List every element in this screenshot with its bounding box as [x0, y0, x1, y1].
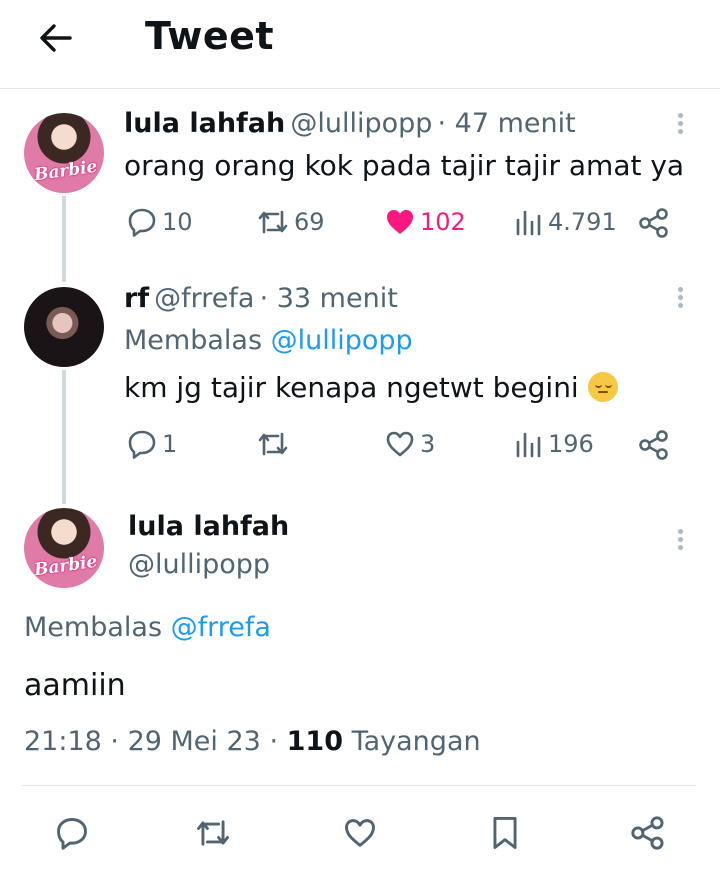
avatar[interactable] [24, 287, 104, 367]
tweet-time: · 47 menit [437, 108, 576, 139]
retweet-count: 69 [294, 208, 325, 236]
views-count: 110 [286, 726, 343, 757]
author-handle[interactable]: @frrefa [154, 283, 254, 314]
heart-icon [386, 431, 414, 457]
heart-icon[interactable] [342, 815, 378, 851]
back-arrow-icon[interactable] [36, 18, 76, 58]
tweet-author-row: lula lahfah @lullipopp · 47 menit [124, 108, 576, 139]
reply-count: 10 [162, 208, 193, 236]
retweet-button[interactable] [256, 428, 290, 460]
top-app-bar: Tweet [0, 0, 720, 89]
reply-icon [128, 430, 156, 459]
like-count: 102 [420, 208, 466, 236]
author-name[interactable]: lula lahfah [128, 511, 289, 542]
views-count: 4.791 [548, 208, 617, 236]
tweet-timestamp-row: 21:18 · 29 Mei 23 · 110 Tayangan [24, 726, 481, 757]
author-name[interactable]: lula lahfah [124, 108, 285, 139]
reply-icon[interactable] [54, 815, 90, 851]
reply-button[interactable]: 1 [126, 428, 177, 460]
tweet-text-content: km jg tajir kenapa ngetwt begini [124, 371, 579, 404]
views-chart-icon [516, 432, 541, 458]
tweet-time[interactable]: 21:18 [24, 726, 102, 757]
reply-button[interactable]: 10 [126, 206, 193, 238]
like-count: 3 [420, 430, 436, 458]
retweet-icon [258, 210, 288, 234]
reply-icon [128, 208, 156, 237]
divider [22, 785, 696, 786]
replying-to-label: Membalas [24, 612, 163, 643]
replying-to-label: Membalas [124, 325, 263, 356]
thread-line [62, 196, 66, 282]
like-button[interactable]: 102 [384, 206, 466, 238]
retweet-icon[interactable] [194, 815, 232, 851]
tweet-author-row: rf @frrefa · 33 menit [124, 283, 398, 314]
thread-line [62, 370, 66, 504]
share-icon[interactable] [630, 815, 666, 851]
more-options-icon[interactable] [668, 110, 692, 140]
reply-count: 1 [162, 430, 178, 458]
retweet-button[interactable]: 69 [256, 206, 325, 238]
share-icon[interactable] [638, 429, 670, 461]
share-icon[interactable] [638, 207, 670, 239]
replying-to: Membalas @frrefa [24, 612, 271, 643]
views-count: 196 [548, 430, 594, 458]
pensive-face-icon [587, 372, 618, 402]
tweet-text: orang orang kok pada tajir tajir amat ya [124, 149, 685, 182]
avatar-barbie-logo: Barbie [32, 551, 99, 581]
tweet-text: aamiin [24, 668, 126, 703]
more-options-icon[interactable] [668, 284, 692, 314]
more-options-icon[interactable] [668, 526, 692, 556]
heart-filled-icon [387, 210, 413, 234]
avatar-barbie-logo: Barbie [32, 156, 99, 186]
like-button[interactable]: 3 [384, 428, 435, 460]
replying-to-handle[interactable]: @frrefa [171, 612, 271, 643]
avatar[interactable]: Barbie [24, 113, 104, 193]
avatar[interactable]: Barbie [24, 508, 104, 588]
views-chart-icon [516, 210, 541, 236]
tweet-time: · 33 menit [259, 283, 398, 314]
author-handle[interactable]: @lullipopp [290, 108, 432, 139]
views-label: Tayangan [351, 726, 481, 757]
tweet-date[interactable]: · 29 Mei 23 · [110, 726, 278, 757]
views-button[interactable]: 196 [514, 428, 594, 460]
retweet-icon [258, 432, 288, 456]
replying-to-handle[interactable]: @lullipopp [271, 325, 413, 356]
views-button[interactable]: 4.791 [514, 206, 617, 238]
page-title: Tweet [145, 14, 275, 58]
author-name[interactable]: rf [124, 283, 149, 314]
replying-to: Membalas @lullipopp [124, 325, 413, 356]
author-handle[interactable]: @lullipopp [128, 549, 270, 580]
bookmark-icon[interactable] [488, 814, 522, 852]
tweet-text: km jg tajir kenapa ngetwt begini [124, 371, 618, 404]
